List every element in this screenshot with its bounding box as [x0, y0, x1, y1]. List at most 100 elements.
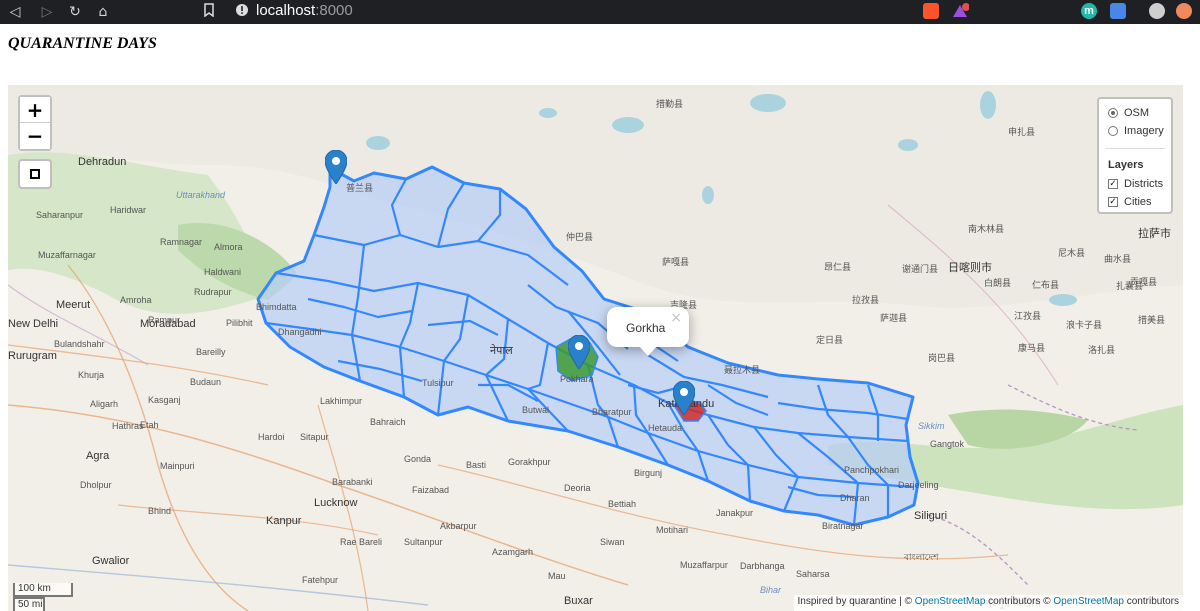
place-label: 措美县 [1138, 315, 1166, 325]
place-label: Bihar [760, 585, 782, 595]
place-label: Etah [140, 420, 159, 430]
place-label: 萨嘎县 [662, 257, 690, 267]
radio-imagery[interactable] [1108, 125, 1118, 136]
site-info-icon[interactable] [233, 3, 251, 21]
reload-icon[interactable]: ↻ [66, 3, 84, 21]
place-label: 南木林县 [968, 224, 1005, 234]
place-label: Meerut [56, 299, 91, 311]
place-label: Uttarakhand [176, 190, 226, 200]
place-label: 申扎县 [1008, 127, 1036, 137]
place-label: Siwan [600, 537, 625, 547]
place-label: New Delhi [8, 318, 59, 330]
basemap [8, 85, 1183, 611]
place-label: Sultanpur [404, 537, 443, 547]
place-label: Haldwani [204, 267, 242, 277]
place-label: Almora [214, 242, 243, 252]
home-icon[interactable]: ⌂ [94, 3, 112, 21]
place-label: 仲巴县 [566, 232, 594, 242]
place-label: Butwal [522, 405, 550, 415]
translate-icon[interactable] [1110, 3, 1126, 19]
place-label: 拉萨市 [1138, 228, 1171, 240]
place-label: 昂仁县 [824, 262, 852, 272]
place-label: 白朗县 [984, 278, 1012, 288]
place-label: Panchpokhari [844, 465, 900, 475]
place-label: Kanpur [266, 515, 302, 527]
place-label: Bettiah [608, 499, 637, 509]
place-label: 日喀则市 [948, 262, 992, 274]
place-label: Budaun [190, 377, 222, 387]
place-label: Birgunj [634, 468, 663, 478]
overlay-cities[interactable]: ✓ Cities [1108, 194, 1152, 209]
back-icon[interactable]: ◁ [6, 3, 24, 21]
place-label: 普兰县 [346, 183, 374, 193]
forward-icon[interactable]: ▷ [38, 3, 56, 21]
popup-tip [639, 346, 657, 356]
popup-close-button[interactable]: × [670, 310, 682, 326]
place-label: 曲水县 [1104, 254, 1132, 264]
checkbox-districts[interactable]: ✓ [1108, 178, 1118, 189]
city-marker-icon[interactable] [325, 150, 347, 184]
place-label: 贡嘎县 [1130, 277, 1158, 287]
place-label: Rurugram [8, 350, 57, 362]
base-layer-osm[interactable]: OSM [1108, 105, 1149, 120]
place-label: Mau [548, 571, 566, 581]
profile-avatar-icon[interactable] [1149, 3, 1165, 19]
radio-osm[interactable] [1108, 107, 1118, 118]
city-marker-icon[interactable] [568, 335, 590, 369]
brave-rewards-icon[interactable] [951, 3, 970, 19]
place-label: Kasganj [148, 395, 181, 405]
place-label: Pokhara [560, 374, 594, 384]
attribution-link-osm[interactable]: OpenStreetMap [915, 596, 986, 607]
overlay-districts[interactable]: ✓ Districts [1108, 176, 1163, 191]
url-host: localhost [256, 2, 316, 19]
place-label: 洛扎县 [1088, 345, 1116, 355]
place-label: Aligarh [90, 399, 119, 409]
place-label: नेपाल [490, 345, 513, 357]
base-layer-imagery[interactable]: Imagery [1108, 123, 1164, 138]
place-label: 拉孜县 [852, 295, 880, 305]
popup-text: Gorkha [626, 321, 666, 335]
menu-icon[interactable] [1176, 3, 1192, 19]
overlays-title: Layers [1108, 159, 1144, 171]
place-label: Lakhimpur [320, 396, 363, 406]
place-label: Darjeeling [898, 480, 939, 490]
district-popup: Gorkha × [607, 307, 689, 356]
place-label: Buxar [564, 595, 593, 607]
scale-metric: 100 km [13, 583, 73, 597]
place-label: Mainpuri [160, 461, 195, 471]
place-label: Muzaffarpur [680, 560, 728, 570]
city-marker-icon[interactable] [673, 381, 695, 415]
extension-m-icon[interactable]: m [1081, 3, 1097, 19]
place-label: Gonda [404, 454, 432, 464]
place-label: Sitapur [300, 432, 329, 442]
place-label: 康马县 [1018, 343, 1046, 353]
fullscreen-button[interactable] [18, 159, 52, 189]
layer-control-divider [1105, 148, 1165, 149]
place-label: Agra [86, 450, 110, 462]
place-label: Faizabad [412, 485, 450, 495]
base-layer-label: OSM [1124, 106, 1150, 119]
place-label: Biratnagar [822, 521, 864, 531]
place-label: 萨迦县 [880, 313, 908, 323]
map-container[interactable]: Dehradun Uttarakhand Haridwar Saharanpur Alm… [8, 85, 1183, 611]
place-label: Ramnagar [160, 237, 203, 247]
place-label: Dharan [840, 493, 870, 503]
overlay-label: Districts [1124, 177, 1164, 190]
checkbox-cities[interactable]: ✓ [1108, 196, 1118, 207]
place-label: Gwalior [92, 555, 130, 567]
address-bar[interactable]: localhost:8000 [256, 2, 353, 19]
zoom-out-button[interactable]: − [20, 123, 50, 149]
place-label: Hathras [112, 421, 144, 431]
place-label: 尼木县 [1058, 248, 1086, 258]
brave-shield-icon[interactable] [923, 3, 939, 19]
place-label: Rudrapur [194, 287, 232, 297]
place-label: Azamgarh [492, 547, 534, 557]
bookmark-icon[interactable] [200, 3, 218, 21]
place-label: Akbarpur [440, 521, 477, 531]
fullscreen-icon [30, 169, 40, 179]
zoom-in-button[interactable]: + [20, 97, 50, 123]
place-label: Siliguri [914, 510, 948, 522]
place-label: Bharatpur [592, 407, 632, 417]
attribution-link-osm-2[interactable]: OpenStreetMap [1053, 596, 1124, 607]
place-label: 仁布县 [1032, 280, 1060, 290]
